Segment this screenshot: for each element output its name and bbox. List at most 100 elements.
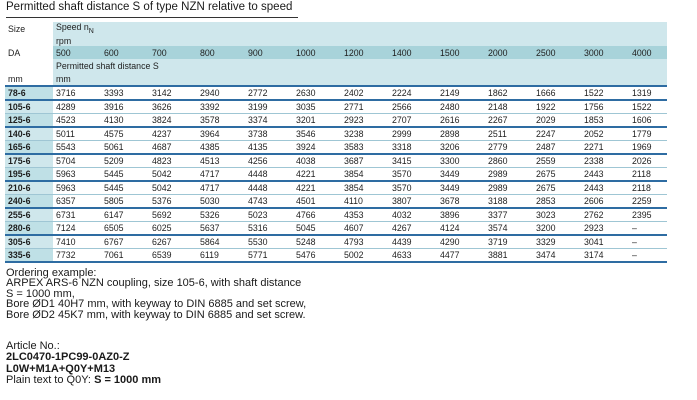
distance-cell: 2395 [629, 208, 668, 222]
distance-cell: 2148 [485, 100, 533, 114]
distance-cell: 6505 [101, 221, 149, 236]
distance-cell: 2480 [437, 100, 485, 114]
size-cell: 78-6 [5, 85, 53, 101]
distance-cell: 4439 [389, 235, 437, 249]
distance-cell: 2771 [341, 100, 389, 114]
distance-cell: 3824 [149, 113, 197, 128]
rpm-unit: rpm [53, 35, 668, 46]
distance-cell: 2940 [197, 85, 245, 101]
distance-cell: 5011 [53, 127, 101, 141]
table-row: 165-6 5543 5061 4687 4385 4135 3924 3583 3318 320… [5, 140, 668, 155]
speed-value-header: 4000 [629, 46, 668, 59]
distance-cell: 2923 [341, 113, 389, 128]
distance-cell: 5030 [197, 194, 245, 209]
distance-cell: 4032 [389, 208, 437, 222]
distance-cell: 4124 [437, 221, 485, 236]
distance-cell: 5248 [293, 235, 341, 249]
distance-cell: 2707 [389, 113, 437, 128]
distance-cell: 3881 [485, 248, 533, 263]
distance-cell: 2224 [389, 85, 437, 101]
table-row: 240-6 6357 5805 5376 5030 4743 4501 4110 3807 367… [5, 194, 668, 209]
distance-cell: 3896 [437, 208, 485, 222]
distance-cell: 2247 [533, 127, 581, 141]
speed-value-header: 900 [245, 46, 293, 59]
distance-cell: 2860 [485, 154, 533, 168]
mm-unit-size: mm [8, 73, 23, 84]
distance-cell: 2052 [581, 127, 629, 141]
distance-cell: 2026 [629, 154, 668, 168]
speed-value-header: 1000 [293, 46, 341, 59]
da-header: DA [8, 47, 21, 58]
distance-cell: 4237 [149, 127, 197, 141]
distance-cell: 3238 [341, 127, 389, 141]
title-underline [6, 17, 298, 18]
distance-cell: 5445 [101, 167, 149, 182]
distance-cell: 4575 [101, 127, 149, 141]
distance-cell: 3546 [293, 127, 341, 141]
distance-cell: 4289 [53, 100, 101, 114]
size-cell: 255-6 [5, 208, 53, 222]
distance-cell: 2762 [581, 208, 629, 222]
distance-cell: 3300 [437, 154, 485, 168]
distance-cell: 4793 [341, 235, 389, 249]
distance-cell: 4110 [341, 194, 389, 209]
distance-cell: 3023 [533, 208, 581, 222]
distance-cell: 1969 [629, 140, 668, 155]
distance-cell: 5530 [245, 235, 293, 249]
distance-cell: 3964 [197, 127, 245, 141]
distance-cell: 3626 [149, 100, 197, 114]
ordering-example: Ordering example: ARPEX ARS-6 NZN coupli… [6, 267, 306, 321]
distance-cell: 3449 [437, 167, 485, 182]
distance-cell: 5476 [293, 248, 341, 263]
distance-cell: 2149 [437, 85, 485, 101]
distance-cell: 3392 [197, 100, 245, 114]
distance-cell: 3374 [245, 113, 293, 128]
distance-cell: 4717 [197, 167, 245, 182]
distance-cell: 3415 [389, 154, 437, 168]
distance-cell: 1319 [629, 85, 668, 101]
distance-cell: 3200 [533, 221, 581, 236]
distance-cell: 5316 [245, 221, 293, 236]
ordering-line: Bore ØD2 45K7 mm, with keyway to DIN 688… [6, 308, 306, 321]
table-row: 140-6 5011 4575 4237 3964 3738 3546 3238 2999 289… [5, 127, 668, 141]
distance-cell: 3174 [581, 248, 629, 263]
distance-cell: 5963 [53, 181, 101, 195]
distance-cell: 3329 [533, 235, 581, 249]
speed-value-header: 2000 [485, 46, 533, 59]
shaft-distance-table: Size Speed nN rpm DA 500 600 700 800 900 1000… [5, 22, 668, 263]
distance-cell: 1922 [533, 100, 581, 114]
speed-value-header: 800 [197, 46, 245, 59]
distance-cell: 3738 [245, 127, 293, 141]
distance-cell: 3678 [437, 194, 485, 209]
distance-cell: 4038 [293, 154, 341, 168]
distance-cell: 5637 [197, 221, 245, 236]
distance-cell: 2566 [389, 100, 437, 114]
distance-cell: 2772 [245, 85, 293, 101]
speed-value-header: 500 [53, 46, 101, 59]
distance-cell: 2675 [533, 181, 581, 195]
distance-cell: 3142 [149, 85, 197, 101]
distance-cell: 5042 [149, 181, 197, 195]
distance-cell: 1606 [629, 113, 668, 128]
size-cell: 240-6 [5, 194, 53, 209]
distance-cell: 3807 [389, 194, 437, 209]
distance-cell: 7410 [53, 235, 101, 249]
distance-cell: 3041 [581, 235, 629, 249]
distance-cell: 3570 [389, 167, 437, 182]
distance-cell: 3035 [293, 100, 341, 114]
distance-cell: 6539 [149, 248, 197, 263]
distance-cell: 4607 [341, 221, 389, 236]
table-row: 78-6 3716 3393 3142 2940 2772 2630 2402 2224 2149… [5, 85, 668, 101]
size-header: Size [8, 23, 26, 34]
distance-cell: 6267 [149, 235, 197, 249]
distance-cell: 4823 [149, 154, 197, 168]
distance-cell: 4448 [245, 181, 293, 195]
distance-cell: 3924 [293, 140, 341, 155]
distance-cell: 4717 [197, 181, 245, 195]
distance-cell: 4221 [293, 167, 341, 182]
distance-cell: 5023 [245, 208, 293, 222]
distance-cell: 1522 [629, 100, 668, 114]
distance-cell: 4766 [293, 208, 341, 222]
distance-cell: 6767 [101, 235, 149, 249]
distance-cell: – [629, 235, 668, 249]
